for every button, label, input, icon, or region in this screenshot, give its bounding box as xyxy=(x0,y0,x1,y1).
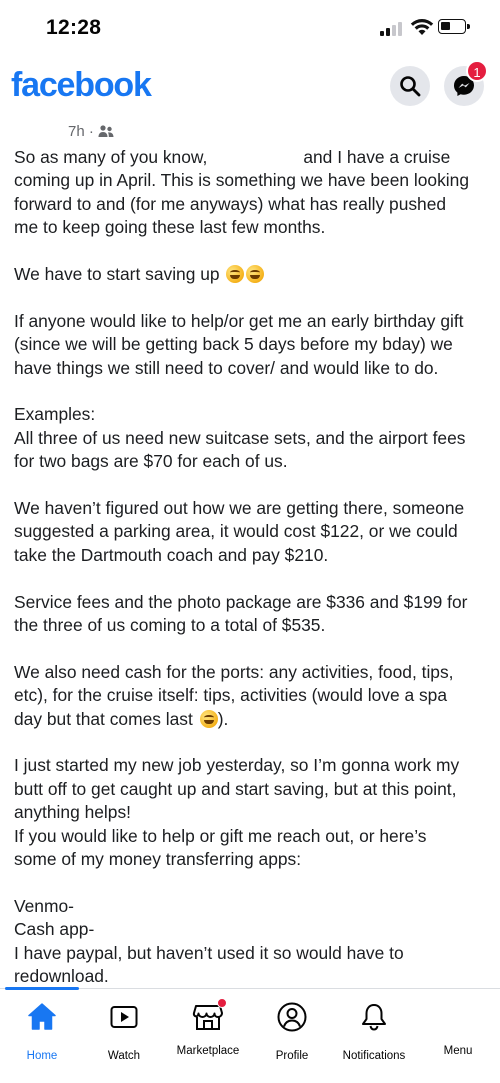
watch-icon xyxy=(110,1006,138,1028)
rofl-emoji-icon xyxy=(199,709,218,728)
notification-dot xyxy=(217,998,227,1008)
post-paragraph: Service fees and the photo package are $… xyxy=(14,591,468,636)
tab-label: Home xyxy=(26,1050,58,1062)
app-header: facebook 1 xyxy=(0,58,500,116)
tab-label: Profile xyxy=(275,1050,309,1062)
post-paragraph: We have to start saving up xyxy=(14,263,494,286)
home-icon xyxy=(28,1003,56,1030)
post-paragraph: We also need cash for the ports: any act… xyxy=(14,661,454,729)
battery-icon xyxy=(438,19,470,34)
tab-label: Menu xyxy=(443,1045,473,1057)
menu-icon xyxy=(442,1001,474,1033)
search-button[interactable] xyxy=(390,66,430,106)
tab-notifications[interactable]: Notifications xyxy=(332,1001,416,1062)
facebook-logo[interactable]: facebook xyxy=(11,66,152,105)
messenger-badge: 1 xyxy=(466,60,488,82)
tab-watch[interactable]: Watch xyxy=(82,1001,166,1062)
tab-marketplace[interactable]: Marketplace xyxy=(166,998,250,1057)
bottom-tab-bar: Home Watch Marketplace Profile Notificat… xyxy=(0,987,500,1083)
rofl-emoji-icon xyxy=(246,265,265,284)
cellular-signal-icon xyxy=(380,22,404,36)
post-paragraph: We haven’t figured out how we are gettin… xyxy=(14,498,465,565)
post-paragraph: So as many of you know, and I have a crui… xyxy=(14,147,469,238)
status-bar: 12:28 xyxy=(0,0,500,58)
tab-menu[interactable]: Menu xyxy=(416,1001,500,1057)
search-icon xyxy=(400,76,421,97)
post-paragraph: If anyone would like to help/or get me a… xyxy=(14,310,464,378)
tab-label: Notifications xyxy=(342,1050,406,1062)
active-tab-indicator xyxy=(5,987,79,990)
rofl-emoji-icon xyxy=(226,265,245,284)
friends-audience-icon xyxy=(98,125,114,137)
status-time: 12:28 xyxy=(46,16,102,39)
post-time[interactable]: 7h · xyxy=(68,123,94,140)
bell-icon xyxy=(362,1004,386,1031)
post-text: So as many of you know, and I have a crui… xyxy=(14,146,494,989)
tab-label: Watch xyxy=(107,1050,141,1062)
post-meta: 7h · xyxy=(68,120,114,142)
post-paragraph: I just started my new job yesterday, so … xyxy=(14,755,460,870)
tab-profile[interactable]: Profile xyxy=(250,1001,334,1062)
tab-label: Marketplace xyxy=(176,1045,240,1057)
post-paragraph: Examples: All three of us need new suitc… xyxy=(14,404,466,472)
post-paragraph: Venmo- Cash app- I have paypal, but have… xyxy=(14,895,404,987)
tab-home[interactable]: Home xyxy=(0,1001,84,1062)
profile-icon xyxy=(277,1002,307,1032)
wifi-icon xyxy=(410,19,434,35)
